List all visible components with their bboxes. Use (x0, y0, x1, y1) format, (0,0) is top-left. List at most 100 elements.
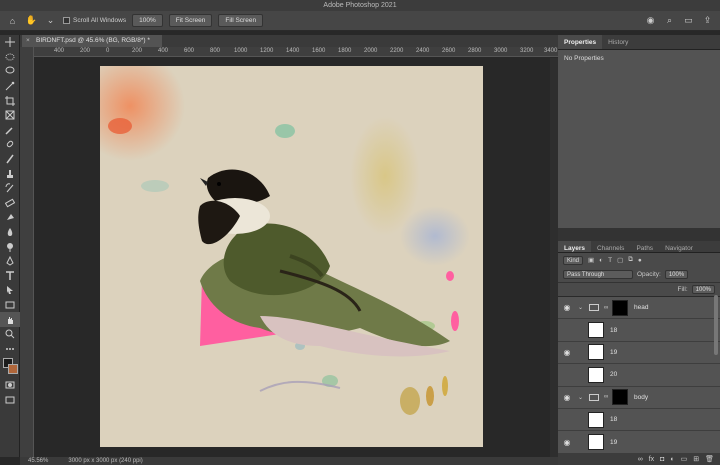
type-tool-icon[interactable] (0, 269, 20, 284)
tab-channels[interactable]: Channels (591, 241, 630, 252)
layer-thumbnail[interactable] (588, 411, 604, 428)
layer-mask-thumbnail[interactable] (612, 299, 628, 316)
tab-layers[interactable]: Layers (558, 241, 591, 252)
eye-icon[interactable]: ◉ (558, 393, 576, 402)
layer-thumbnail[interactable] (588, 322, 604, 339)
filter-shape-icon[interactable]: ▢ (617, 256, 623, 264)
layer-mask-thumbnail[interactable] (612, 389, 628, 406)
zoom-100-button[interactable]: 100% (132, 14, 163, 27)
ruler-label: 200 (80, 48, 91, 54)
document-tab-title: BIRDNFT.psd @ 45.6% (BG, RGB/8*) * (36, 37, 150, 44)
trash-icon[interactable]: 🗑 (705, 455, 714, 463)
eye-icon[interactable]: ◉ (558, 348, 576, 357)
marquee-tool-icon[interactable] (0, 50, 20, 65)
canvas-scrollbar[interactable] (550, 58, 558, 457)
tab-history[interactable]: History (602, 35, 634, 49)
folder-icon (589, 393, 599, 401)
tab-properties[interactable]: Properties (558, 35, 603, 49)
layers-scrollbar[interactable] (714, 295, 718, 355)
layer-row[interactable]: 18 (558, 408, 720, 432)
share-icon[interactable]: ◉ (644, 14, 657, 27)
move-tool-icon[interactable] (0, 35, 20, 50)
chevron-down-icon[interactable]: ⌄ (44, 14, 57, 27)
fit-screen-button[interactable]: Fit Screen (168, 14, 213, 27)
layer-thumbnail[interactable] (588, 344, 604, 361)
gradient-tool-icon[interactable] (0, 210, 20, 225)
tab-navigator[interactable]: Navigator (659, 241, 699, 252)
eye-icon[interactable]: ◉ (558, 303, 576, 312)
new-group-icon[interactable]: ▭ (681, 455, 688, 463)
layer-row[interactable]: ◉ ⌄ ∞ head (558, 297, 720, 320)
filter-adjust-icon[interactable]: ◐ (599, 257, 603, 264)
fill-input[interactable]: 100% (691, 285, 715, 294)
layer-name: head (634, 304, 649, 312)
layer-thumbnail[interactable] (588, 366, 604, 383)
quick-mask-icon[interactable] (0, 378, 20, 393)
healing-brush-tool-icon[interactable] (0, 137, 20, 152)
eyedropper-tool-icon[interactable] (0, 123, 20, 138)
eye-icon[interactable]: ◉ (558, 438, 576, 447)
ruler-label: 600 (184, 48, 195, 54)
new-layer-icon[interactable]: ⊞ (693, 455, 699, 463)
more-tools-icon[interactable] (0, 341, 20, 356)
layer-name: 20 (610, 371, 618, 379)
share-arrow-icon[interactable]: ⇪ (701, 14, 714, 27)
layer-thumbnail[interactable] (588, 434, 604, 451)
layer-row[interactable]: 18 (558, 319, 720, 342)
magic-wand-tool-icon[interactable] (0, 79, 20, 94)
blur-tool-icon[interactable] (0, 225, 20, 240)
filter-pixel-icon[interactable]: ▣ (588, 256, 594, 264)
adjustment-icon[interactable]: ◐ (670, 456, 674, 463)
fx-icon[interactable]: fx (649, 456, 654, 463)
document-canvas[interactable] (100, 66, 483, 447)
blend-mode-select[interactable]: Pass Through (563, 270, 633, 279)
search-icon[interactable]: ⌕ (663, 14, 676, 27)
filter-smart-icon[interactable]: ⧉ (628, 256, 633, 264)
screen-mode-icon[interactable] (0, 393, 20, 408)
opacity-input[interactable]: 100% (664, 270, 689, 279)
panel-splitter[interactable] (558, 228, 720, 241)
chevron-down-icon[interactable]: ⌄ (578, 394, 584, 401)
filter-type-icon[interactable]: T (608, 257, 612, 264)
tab-paths[interactable]: Paths (630, 241, 659, 252)
color-swatches-icon[interactable] (0, 356, 20, 378)
ruler-label: 1200 (260, 48, 274, 54)
eraser-tool-icon[interactable] (0, 196, 20, 211)
layer-row[interactable]: ◉ ⌄ ∞ body (558, 386, 720, 409)
link-layers-icon[interactable]: ∞ (638, 456, 643, 463)
frame-tool-icon[interactable] (0, 108, 20, 123)
dodge-tool-icon[interactable] (0, 239, 20, 254)
background-color-swatch[interactable] (8, 364, 18, 375)
layer-row[interactable]: ◉ 19 (558, 431, 720, 454)
zoom-level[interactable]: 45.56% (28, 457, 48, 465)
crop-tool-icon[interactable] (0, 93, 20, 108)
layer-name: 19 (610, 348, 618, 356)
zoom-tool-icon[interactable] (0, 327, 20, 342)
checkbox-box[interactable] (63, 17, 70, 24)
layer-row[interactable]: ◉ 19 (558, 341, 720, 365)
rectangle-tool-icon[interactable] (0, 298, 20, 313)
lasso-tool-icon[interactable] (0, 64, 20, 79)
add-mask-icon[interactable]: ◘ (660, 456, 664, 463)
ruler-label: 2400 (416, 48, 430, 54)
path-selection-tool-icon[interactable] (0, 283, 20, 298)
layer-row[interactable]: 20 (558, 364, 720, 387)
fill-row: Fill: 100% (558, 283, 720, 297)
workspace-icon[interactable]: ▭ (682, 14, 695, 27)
home-icon[interactable]: ⌂ (6, 14, 19, 27)
ruler-label: 2200 (390, 48, 404, 54)
close-tab-icon[interactable]: × (26, 35, 30, 47)
fill-screen-button[interactable]: Fill Screen (218, 14, 264, 27)
chevron-down-icon[interactable]: ⌄ (578, 304, 584, 311)
filter-toggle-icon[interactable]: ● (638, 257, 642, 264)
filter-kind-select[interactable]: Kind (563, 255, 584, 265)
bird-artwork (100, 66, 483, 447)
brush-tool-icon[interactable] (0, 152, 20, 167)
hand-tool-icon[interactable]: ✋ (25, 14, 38, 27)
document-tab[interactable]: × BIRDNFT.psd @ 45.6% (BG, RGB/8*) * (22, 35, 162, 47)
history-brush-tool-icon[interactable] (0, 181, 20, 196)
pen-tool-icon[interactable] (0, 254, 20, 269)
clone-stamp-tool-icon[interactable] (0, 166, 20, 181)
hand-tool-icon[interactable] (0, 312, 20, 327)
scroll-all-windows-checkbox[interactable]: Scroll All Windows (63, 17, 126, 24)
